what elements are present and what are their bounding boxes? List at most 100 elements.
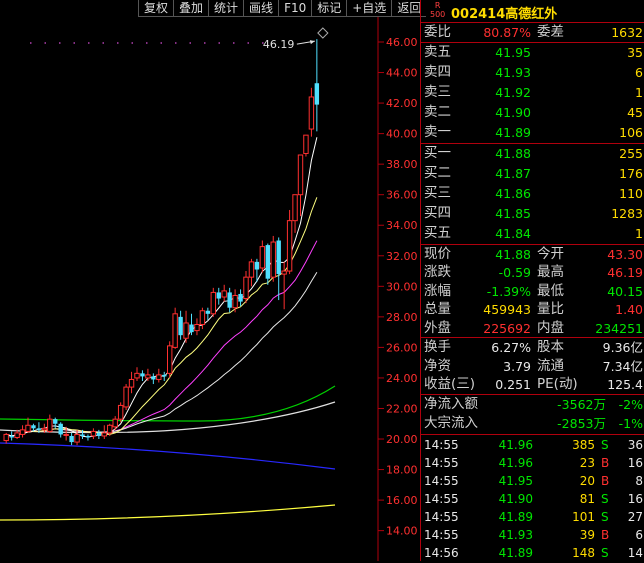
tick-row[interactable]: 14:55 41.89 101 S 27: [421, 508, 644, 527]
candle-body[interactable]: [117, 404, 124, 420]
candle-body[interactable]: [276, 240, 281, 275]
quote-value: 41.88: [495, 247, 531, 262]
candle-body[interactable]: [31, 425, 36, 429]
bid-row[interactable]: 买二 41.87 176: [421, 164, 644, 183]
candle-body[interactable]: [303, 134, 309, 154]
ask-book: 卖五 41.95 35 卖四 41.93 6 卖三 41.92 1 卖二 41.90 45 卖一 41.8…: [421, 43, 644, 144]
tick-row[interactable]: 14:55 41.96 385 S 36: [421, 436, 644, 455]
y-tick-label: 40.00: [386, 128, 418, 141]
candle-body[interactable]: [140, 373, 145, 377]
restore-rights-button[interactable]: 复权: [138, 0, 174, 17]
quote-value: 40.15: [607, 283, 643, 299]
candle-body[interactable]: [308, 96, 315, 130]
candle-body[interactable]: [243, 276, 249, 300]
candle-body[interactable]: [248, 261, 255, 278]
candle-body[interactable]: [9, 435, 14, 438]
candle-body[interactable]: [69, 435, 74, 443]
draw-line-button[interactable]: 画线: [243, 0, 279, 17]
tick-row[interactable]: 14:55 41.93 39 B 6: [421, 526, 644, 545]
tick-list[interactable]: 14:55 41.96 385 S 36 14:55 41.96 23 B 16 14:55 41.9…: [421, 436, 644, 561]
stock-title[interactable]: 002414高德红外: [451, 3, 557, 22]
candle-body[interactable]: [58, 423, 63, 435]
mark-button[interactable]: 标记: [311, 0, 347, 17]
candle-body[interactable]: [25, 424, 31, 432]
mark-diamond-icon[interactable]: [317, 27, 329, 39]
candle-body[interactable]: [162, 374, 167, 377]
candle-body[interactable]: [314, 83, 320, 105]
tick-row[interactable]: 14:55 41.96 23 B 16: [421, 454, 644, 473]
statistics-button[interactable]: 统计: [208, 0, 244, 17]
candle-body[interactable]: [172, 313, 178, 348]
candle-body[interactable]: [74, 433, 80, 443]
quote-value: 1.40: [615, 302, 643, 318]
quote-value: 225692: [483, 320, 531, 336]
y-tick-label: 42.00: [386, 97, 418, 110]
candle-body[interactable]: [19, 429, 26, 435]
candle-body[interactable]: [210, 291, 217, 315]
candle-body[interactable]: [232, 294, 238, 309]
candle-body[interactable]: [151, 376, 156, 380]
candle-body[interactable]: [199, 310, 206, 325]
candle-body[interactable]: [227, 292, 232, 308]
candle-body[interactable]: [297, 154, 304, 196]
candle-body[interactable]: [156, 374, 162, 380]
candle-body[interactable]: [145, 374, 151, 379]
candle-body[interactable]: [134, 372, 140, 379]
candle-body[interactable]: [123, 386, 129, 408]
candle-body[interactable]: [281, 270, 287, 275]
level-label: 卖一: [424, 124, 451, 140]
tick-row[interactable]: 14:55 41.90 81 S 16: [421, 490, 644, 509]
ask-row[interactable]: 卖三 41.92 1: [421, 83, 644, 102]
candle-body[interactable]: [80, 434, 85, 436]
candle-body[interactable]: [128, 378, 135, 388]
add-watchlist-button[interactable]: +自选: [346, 0, 392, 17]
candle-body[interactable]: [286, 220, 293, 272]
candle-body[interactable]: [183, 322, 189, 339]
kline-chart[interactable]: 46.00 44.00 42.00 40.00 38.00 36.00 34.00 32.00…: [0, 0, 420, 561]
candle-body[interactable]: [53, 419, 58, 424]
candle-body[interactable]: [265, 245, 270, 279]
ask-row[interactable]: 卖一 41.89 106: [421, 123, 644, 142]
candle-body[interactable]: [259, 246, 266, 269]
tick-row[interactable]: 14:56 41.89 148 S 14: [421, 544, 644, 563]
candle-body[interactable]: [85, 435, 91, 438]
candle-body[interactable]: [270, 241, 276, 278]
ask-row[interactable]: 卖四 41.93 6: [421, 63, 644, 82]
candle-body[interactable]: [14, 432, 20, 438]
candle-body[interactable]: [167, 345, 173, 374]
tick-count: 36: [627, 438, 643, 452]
ma-long-line: [0, 504, 336, 521]
bid-row[interactable]: 买四 41.85 1283: [421, 204, 644, 223]
ask-row[interactable]: 卖二 41.90 45: [421, 103, 644, 122]
candle-body[interactable]: [101, 432, 107, 437]
candle-body[interactable]: [90, 430, 97, 437]
candle-body[interactable]: [47, 418, 53, 432]
candle-body[interactable]: [189, 324, 194, 333]
fundamentals: 换手 6.27% 股本 9.36亿 净资 3.79 流通 7.34亿 收益(三) 0.251 PE(…: [421, 338, 644, 395]
candle-body[interactable]: [221, 290, 227, 298]
candle-body[interactable]: [292, 194, 298, 222]
candle-body[interactable]: [112, 418, 118, 428]
candle-body[interactable]: [216, 292, 221, 299]
candle-body[interactable]: [63, 433, 69, 436]
bid-row[interactable]: 买五 41.84 1: [421, 224, 644, 243]
bid-row[interactable]: 买一 41.88 255: [421, 144, 644, 163]
candle-body[interactable]: [41, 427, 48, 431]
tick-row[interactable]: 14:55 41.95 20 B 8: [421, 472, 644, 491]
bid-row[interactable]: 买三 41.86 110: [421, 184, 644, 203]
candle-body[interactable]: [36, 428, 42, 430]
candle-body[interactable]: [178, 316, 183, 336]
candle-body[interactable]: [238, 293, 243, 302]
candle-body[interactable]: [205, 310, 211, 314]
f10-button[interactable]: F10: [278, 0, 312, 17]
ask-row[interactable]: 卖五 41.95 35: [421, 43, 644, 62]
ma20-line: [6, 240, 318, 437]
candle-body[interactable]: [107, 424, 113, 434]
candle-body[interactable]: [254, 261, 260, 270]
level-volume: 1283: [611, 206, 643, 221]
candle-body[interactable]: [194, 323, 200, 332]
candle-body[interactable]: [3, 433, 9, 442]
level-volume: 106: [619, 125, 643, 140]
overlay-button[interactable]: 叠加: [173, 0, 209, 17]
candle-body[interactable]: [96, 432, 102, 436]
